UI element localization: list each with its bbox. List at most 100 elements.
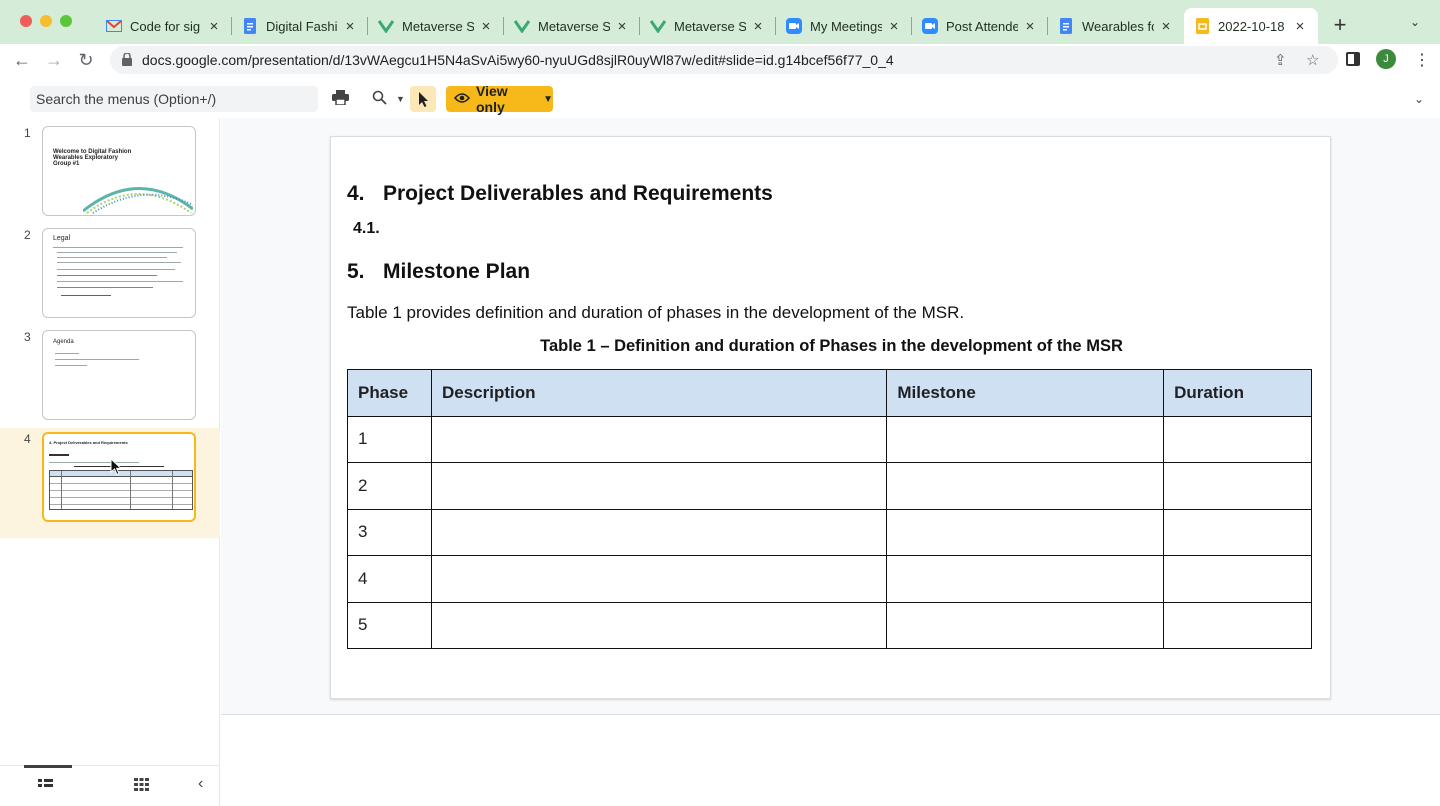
grid-view-icon[interactable] bbox=[134, 778, 149, 794]
browser-tab[interactable]: Metaverse S × bbox=[368, 8, 504, 44]
close-tab-icon[interactable]: × bbox=[750, 18, 766, 35]
table-cell bbox=[1163, 462, 1312, 510]
subsection-number: 4.1. bbox=[353, 220, 380, 237]
forward-arrow-icon[interactable]: → bbox=[42, 48, 66, 72]
slides-icon bbox=[1194, 18, 1210, 34]
eye-icon bbox=[453, 91, 471, 107]
column-header: Duration bbox=[1163, 369, 1312, 417]
back-arrow-icon[interactable]: ← bbox=[10, 48, 34, 72]
tab-title: Wearables fo bbox=[1082, 18, 1154, 34]
share-icon[interactable]: ⇪ bbox=[1274, 51, 1287, 69]
new-tab-button[interactable]: + bbox=[1330, 12, 1350, 38]
table-caption: Table 1 – Definition and duration of Pha… bbox=[540, 337, 1123, 355]
browser-tab-active[interactable]: 2022-10-18 × bbox=[1184, 8, 1318, 44]
table-cell bbox=[886, 462, 1165, 510]
hide-menus-chevron-icon[interactable]: ⌄ bbox=[1414, 92, 1424, 106]
table-cell bbox=[1163, 555, 1312, 603]
close-tab-icon[interactable]: × bbox=[478, 18, 494, 35]
tab-title: My Meetings bbox=[810, 18, 882, 34]
close-tab-icon[interactable]: × bbox=[342, 18, 358, 35]
browser-navbar: ← → ↻ docs.google.com/presentation/d/13v… bbox=[0, 44, 1440, 76]
zoom-icon bbox=[786, 18, 802, 34]
slide-number: 2 bbox=[24, 228, 31, 242]
bookmark-star-icon[interactable]: ☆ bbox=[1306, 51, 1319, 69]
browser-menu-icon[interactable]: ⋮ bbox=[1414, 50, 1430, 70]
slide-filmstrip: 1 Welcome to Digital Fashion Wearables E… bbox=[0, 118, 220, 806]
gmail-icon bbox=[106, 18, 122, 34]
table-row: 4 bbox=[347, 555, 1312, 603]
tab-search-chevron-icon[interactable]: ⌄ bbox=[1410, 15, 1420, 29]
browser-tab[interactable]: Post Attende × bbox=[912, 8, 1048, 44]
table-cell: 2 bbox=[347, 462, 432, 510]
table-cell: 3 bbox=[347, 508, 432, 556]
close-tab-icon[interactable]: × bbox=[886, 18, 902, 35]
filmstrip-view-icon[interactable] bbox=[38, 778, 53, 794]
close-tab-icon[interactable]: × bbox=[1292, 18, 1308, 35]
zoom-dropdown-icon[interactable]: ▼ bbox=[396, 94, 405, 104]
slide-number: 1 bbox=[24, 126, 31, 140]
print-icon[interactable] bbox=[332, 90, 349, 108]
close-tab-icon[interactable]: × bbox=[1158, 18, 1174, 35]
table-cell bbox=[1163, 415, 1312, 463]
table-cell bbox=[430, 415, 888, 463]
table-cell: 1 bbox=[347, 415, 432, 463]
table-cell bbox=[886, 415, 1165, 463]
browser-tab[interactable]: Code for sig × bbox=[96, 8, 232, 44]
side-panel-icon[interactable] bbox=[1346, 52, 1360, 66]
browser-tabstrip: Code for sig × Digital Fashi × Metaverse… bbox=[0, 0, 1440, 44]
slide-thumbnail[interactable]: Agenda bbox=[42, 330, 196, 420]
profile-avatar[interactable]: J bbox=[1376, 49, 1396, 69]
close-tab-icon[interactable]: × bbox=[1022, 18, 1038, 35]
maximize-window-button[interactable] bbox=[60, 15, 72, 27]
close-tab-icon[interactable]: × bbox=[614, 18, 630, 35]
phases-table: Phase Description Milestone Duration 1 2 bbox=[347, 369, 1312, 649]
minimize-window-button[interactable] bbox=[40, 15, 52, 27]
slide-thumbnail[interactable]: Legal bbox=[42, 228, 196, 318]
table-row: 1 bbox=[347, 415, 1312, 463]
thumbnail-title: Legal bbox=[53, 235, 71, 242]
close-window-button[interactable] bbox=[20, 15, 32, 27]
browser-tab[interactable]: Wearables fo × bbox=[1048, 8, 1184, 44]
browser-tab[interactable]: Digital Fashi × bbox=[232, 8, 368, 44]
tab-title: Digital Fashi bbox=[266, 18, 338, 34]
browser-tab[interactable]: Metaverse S × bbox=[640, 8, 776, 44]
browser-tab[interactable]: My Meetings × bbox=[776, 8, 912, 44]
docs-icon bbox=[1058, 18, 1074, 34]
thumbnail-title: Welcome to Digital Fashion Wearables Exp… bbox=[53, 149, 132, 167]
zoom-icon[interactable] bbox=[372, 90, 387, 108]
intro-paragraph: Table 1 provides definition and duration… bbox=[347, 303, 965, 322]
column-header: Milestone bbox=[886, 369, 1165, 417]
thumbnail-title: 4. Project Deliverables and Requirements bbox=[49, 440, 128, 445]
view-mode-label: View only bbox=[476, 83, 508, 115]
table-row: 2 bbox=[347, 462, 1312, 510]
table-cell bbox=[430, 462, 888, 510]
table-cell bbox=[430, 555, 888, 603]
speaker-notes-panel[interactable] bbox=[221, 715, 1440, 806]
collapse-filmstrip-chevron-icon[interactable]: ‹ bbox=[198, 775, 203, 793]
table-cell bbox=[886, 555, 1165, 603]
tab-title: Post Attende bbox=[946, 18, 1018, 34]
table-cell bbox=[1163, 601, 1312, 649]
table-cell: 5 bbox=[347, 601, 432, 649]
chevron-down-icon: ▼ bbox=[543, 93, 553, 105]
select-tool-button[interactable] bbox=[410, 86, 436, 112]
view-only-button[interactable]: View only ▼ bbox=[446, 83, 553, 115]
address-bar[interactable]: docs.google.com/presentation/d/13vWAegcu… bbox=[110, 46, 1338, 74]
close-tab-icon[interactable]: × bbox=[206, 18, 222, 35]
url-text: docs.google.com/presentation/d/13vWAegcu… bbox=[142, 52, 894, 68]
search-menus-input[interactable]: Search the menus (Option+/) bbox=[30, 86, 318, 112]
table-cell bbox=[1163, 508, 1312, 556]
slides-toolbar: Search the menus (Option+/) ▼ View only … bbox=[0, 80, 1440, 118]
slide-thumbnail-active[interactable]: 4. Project Deliverables and Requirements bbox=[42, 432, 196, 522]
zoom-icon bbox=[922, 18, 938, 34]
slide-thumbnail[interactable]: Welcome to Digital Fashion Wearables Exp… bbox=[42, 126, 196, 216]
table-cell bbox=[430, 601, 888, 649]
filmstrip-footer: ‹ bbox=[0, 765, 220, 806]
browser-tab[interactable]: Metaverse S × bbox=[504, 8, 640, 44]
column-header: Description bbox=[430, 369, 888, 417]
table-cell bbox=[886, 508, 1165, 556]
reload-icon[interactable]: ↻ bbox=[74, 48, 98, 72]
metaverse-icon bbox=[378, 18, 394, 34]
table-cell: 4 bbox=[347, 555, 432, 603]
table-cell bbox=[886, 601, 1165, 649]
